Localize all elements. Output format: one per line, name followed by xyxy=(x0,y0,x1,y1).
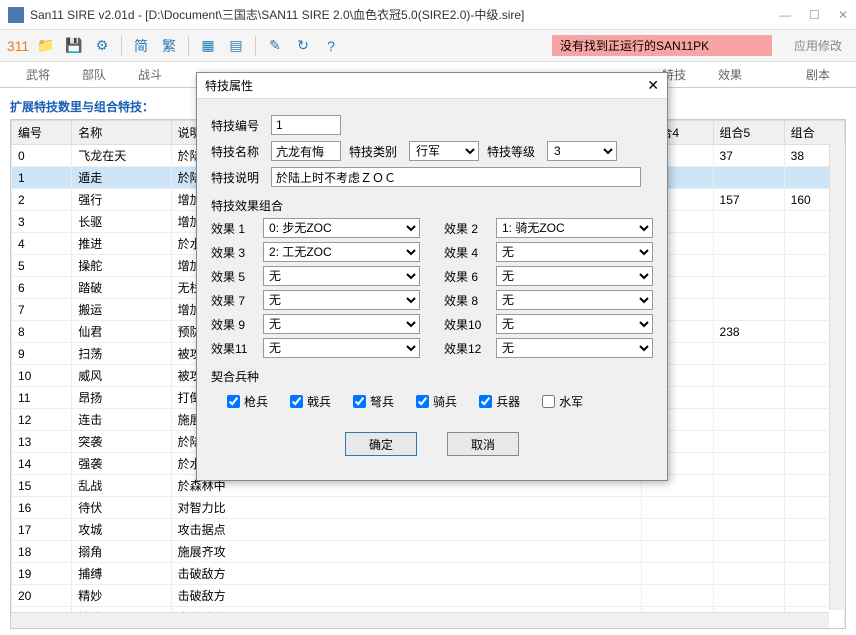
effect-label: 效果 8 xyxy=(444,292,490,309)
unit-check-4[interactable]: 兵器 xyxy=(479,393,520,410)
skill-dialog: 特技属性 ✕ 特技编号 特技名称 特技类别 行军 特技等级 3 特技说明 特技效… xyxy=(196,72,668,481)
unit-check-2[interactable]: 弩兵 xyxy=(353,393,394,410)
effect-label: 效果12 xyxy=(444,340,490,357)
scrollbar-vertical[interactable] xyxy=(829,142,845,610)
refresh-icon[interactable]: ↻ xyxy=(291,34,315,58)
effect-select-11[interactable]: 无 xyxy=(263,338,420,358)
effect-group-label: 特技效果组合 xyxy=(211,197,653,214)
effect-select-7[interactable]: 无 xyxy=(263,290,420,310)
tab-battle[interactable]: 战斗 xyxy=(122,62,178,87)
tab-unit[interactable]: 部队 xyxy=(66,62,122,87)
col-header[interactable]: 组合 xyxy=(784,121,844,145)
cancel-button[interactable]: 取消 xyxy=(447,432,519,456)
unit-check-5[interactable]: 水军 xyxy=(542,393,583,410)
edit-icon[interactable]: ✎ xyxy=(263,34,287,58)
desc-label: 特技说明 xyxy=(211,169,263,186)
trad-icon[interactable]: 繁 xyxy=(157,34,181,58)
effect-label: 效果 6 xyxy=(444,268,490,285)
maximize-button[interactable]: ☐ xyxy=(809,8,820,22)
effect-label: 效果11 xyxy=(211,340,257,357)
name-label: 特技名称 xyxy=(211,143,263,160)
ok-button[interactable]: 确定 xyxy=(345,432,417,456)
effect-label: 效果 9 xyxy=(211,316,257,333)
effect-select-9[interactable]: 无 xyxy=(263,314,420,334)
type-label: 特技类别 xyxy=(349,143,401,160)
app-icon xyxy=(8,7,24,23)
level-select[interactable]: 3 xyxy=(547,141,617,161)
effect-label: 效果 2 xyxy=(444,220,490,237)
unit-group-label: 契合兵种 xyxy=(211,368,653,385)
minimize-button[interactable]: — xyxy=(779,8,791,22)
effect-select-2[interactable]: 1: 骑无ZOC xyxy=(496,218,653,238)
title-bar: San11 SIRE v2.01d - [D:\Document\三国志\SAN… xyxy=(0,0,856,30)
name-input[interactable] xyxy=(271,141,341,161)
simp-icon[interactable]: 简 xyxy=(129,34,153,58)
col-header[interactable]: 名称 xyxy=(72,121,171,145)
table-row[interactable]: 18搦角施展齐攻 xyxy=(12,541,845,563)
effect-label: 效果 3 xyxy=(211,244,257,261)
tb-311-icon[interactable]: 311 xyxy=(6,34,30,58)
effect-select-6[interactable]: 无 xyxy=(496,266,653,286)
grid2-icon[interactable]: ▤ xyxy=(224,34,248,58)
effect-select-3[interactable]: 2: 工无ZOC xyxy=(263,242,420,262)
dialog-title: 特技属性 xyxy=(205,77,647,94)
table-row[interactable]: 19捕缚击破敌方 xyxy=(12,563,845,585)
table-row[interactable]: 17攻城攻击据点 xyxy=(12,519,845,541)
effect-label: 效果 7 xyxy=(211,292,257,309)
effect-label: 效果10 xyxy=(444,316,490,333)
id-label: 特技编号 xyxy=(211,117,263,134)
apply-button[interactable]: 应用修改 xyxy=(786,35,850,56)
unit-check-1[interactable]: 戟兵 xyxy=(290,393,331,410)
desc-input[interactable] xyxy=(271,167,641,187)
unit-check-0[interactable]: 枪兵 xyxy=(227,393,268,410)
type-select[interactable]: 行军 xyxy=(409,141,479,161)
config-icon[interactable]: ⚙ xyxy=(90,34,114,58)
window-title: San11 SIRE v2.01d - [D:\Document\三国志\SAN… xyxy=(30,6,779,23)
col-header[interactable]: 组合5 xyxy=(713,121,784,145)
effect-select-8[interactable]: 无 xyxy=(496,290,653,310)
effect-select-10[interactable]: 无 xyxy=(496,314,653,334)
col-header[interactable]: 编号 xyxy=(12,121,72,145)
effect-select-12[interactable]: 无 xyxy=(496,338,653,358)
close-button[interactable]: ✕ xyxy=(838,8,848,22)
id-input[interactable] xyxy=(271,115,341,135)
dialog-close-icon[interactable]: ✕ xyxy=(647,77,659,94)
table-row[interactable]: 20精妙击破敌方 xyxy=(12,585,845,607)
grid1-icon[interactable]: ▦ xyxy=(196,34,220,58)
tab-effect[interactable]: 效果 xyxy=(702,62,758,87)
tab-scenario[interactable]: 剧本 xyxy=(790,62,846,87)
save-icon[interactable]: 💾 xyxy=(62,34,86,58)
help-icon[interactable]: ? xyxy=(319,34,343,58)
effect-label: 效果 1 xyxy=(211,220,257,237)
tab-general[interactable]: 武将 xyxy=(10,62,66,87)
effect-select-4[interactable]: 无 xyxy=(496,242,653,262)
unit-check-3[interactable]: 骑兵 xyxy=(416,393,457,410)
toolbar: 311 📁 💾 ⚙ 简 繁 ▦ ▤ ✎ ↻ ? 没有找到正运行的SAN11PK … xyxy=(0,30,856,62)
table-row[interactable]: 16待伏对智力比 xyxy=(12,497,845,519)
effect-select-1[interactable]: 0: 步无ZOC xyxy=(263,218,420,238)
effect-select-5[interactable]: 无 xyxy=(263,266,420,286)
level-label: 特技等级 xyxy=(487,143,539,160)
open-icon[interactable]: 📁 xyxy=(34,34,58,58)
effect-label: 效果 4 xyxy=(444,244,490,261)
scrollbar-horizontal[interactable] xyxy=(11,612,829,628)
status-message: 没有找到正运行的SAN11PK xyxy=(552,35,772,56)
effect-label: 效果 5 xyxy=(211,268,257,285)
